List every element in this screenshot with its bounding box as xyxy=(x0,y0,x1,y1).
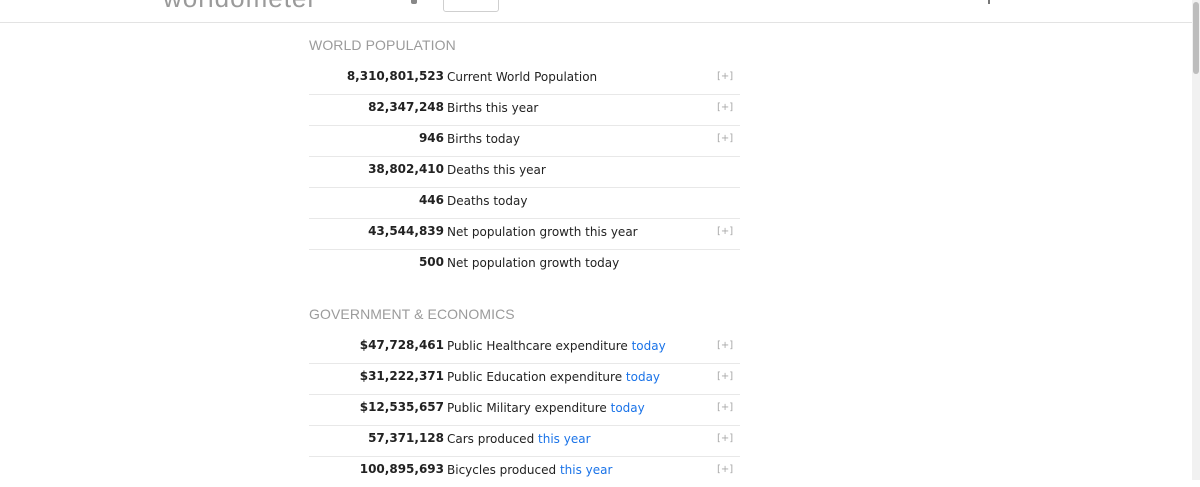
section-title-world-population: WORLD POPULATION xyxy=(309,37,456,53)
expand-toggle[interactable]: [+] xyxy=(717,102,733,113)
counter-row: 500 Net population growth today xyxy=(309,249,740,280)
counter-label: Public Education expenditure today xyxy=(447,370,661,384)
logo-text: worldometer xyxy=(163,0,317,13)
period-link[interactable]: today xyxy=(632,339,666,353)
counter-row: 8,310,801,523 Current World Population [… xyxy=(309,63,740,95)
period-link[interactable]: this year xyxy=(538,432,590,446)
counter-row: 38,802,410 Deaths this year xyxy=(309,156,740,188)
counter-value: 8,310,801,523 xyxy=(346,69,444,83)
expand-toggle[interactable]: [+] xyxy=(717,371,733,382)
counter-value: 500 xyxy=(418,255,444,269)
counter-label: Public Healthcare expenditure today xyxy=(447,339,666,353)
counter-row: $47,728,461 Public Healthcare expenditur… xyxy=(309,332,740,364)
counter-row: 57,371,128 Cars produced this year [+] xyxy=(309,425,740,457)
section-title-government-economics: GOVERNMENT & ECONOMICS xyxy=(309,306,515,322)
counter-label: Deaths this year xyxy=(447,163,546,177)
period-link[interactable]: today xyxy=(626,370,660,384)
counter-label: Births this year xyxy=(447,101,539,115)
expand-toggle[interactable]: [+] xyxy=(717,402,733,413)
nav-right-fragment[interactable] xyxy=(988,0,1004,4)
period-link[interactable]: this year xyxy=(560,463,612,477)
scrollbar-thumb[interactable] xyxy=(1193,2,1199,74)
counter-row: 82,347,248 Births this year [+] xyxy=(309,94,740,126)
nav-menu-fragment[interactable] xyxy=(411,0,417,4)
counter-label: Bicycles produced this year xyxy=(447,463,613,477)
worldometer-logo[interactable]: worldometer xyxy=(163,0,317,14)
expand-toggle[interactable]: [+] xyxy=(717,340,733,351)
counter-label: Net population growth today xyxy=(447,256,620,270)
counter-label: Public Military expenditure today xyxy=(447,401,645,415)
counter-label: Deaths today xyxy=(447,194,528,208)
counter-label: Births today xyxy=(447,132,520,146)
counter-label: Current World Population xyxy=(447,70,598,84)
counter-value: 100,895,693 xyxy=(359,462,444,476)
period-link[interactable]: today xyxy=(611,401,645,415)
counter-value: $12,535,657 xyxy=(359,400,444,414)
counter-value: 57,371,128 xyxy=(368,431,444,445)
counter-row: $31,222,371 Public Education expenditure… xyxy=(309,363,740,395)
expand-toggle[interactable]: [+] xyxy=(717,433,733,444)
search-box[interactable] xyxy=(443,0,499,12)
expand-toggle[interactable]: [+] xyxy=(717,464,733,475)
top-navigation-bar: worldometer xyxy=(0,0,1200,23)
counter-value: 38,802,410 xyxy=(368,162,444,176)
counter-label: Cars produced this year xyxy=(447,432,591,446)
expand-toggle[interactable]: [+] xyxy=(717,226,733,237)
counter-row: 446 Deaths today xyxy=(309,187,740,219)
counter-value: 946 xyxy=(418,131,444,145)
counter-value: 43,544,839 xyxy=(368,224,444,238)
counter-row: 100,895,693 Bicycles produced this year … xyxy=(309,456,740,487)
counter-value: 82,347,248 xyxy=(368,100,444,114)
counter-row: 43,544,839 Net population growth this ye… xyxy=(309,218,740,250)
expand-toggle[interactable]: [+] xyxy=(717,71,733,82)
counter-value: 446 xyxy=(418,193,444,207)
counter-value: $47,728,461 xyxy=(359,338,444,352)
counter-label: Net population growth this year xyxy=(447,225,638,239)
scrollbar[interactable] xyxy=(1192,0,1200,480)
counter-value: $31,222,371 xyxy=(359,369,444,383)
counter-row: 946 Births today [+] xyxy=(309,125,740,157)
counter-row: $12,535,657 Public Military expenditure … xyxy=(309,394,740,426)
expand-toggle[interactable]: [+] xyxy=(717,133,733,144)
